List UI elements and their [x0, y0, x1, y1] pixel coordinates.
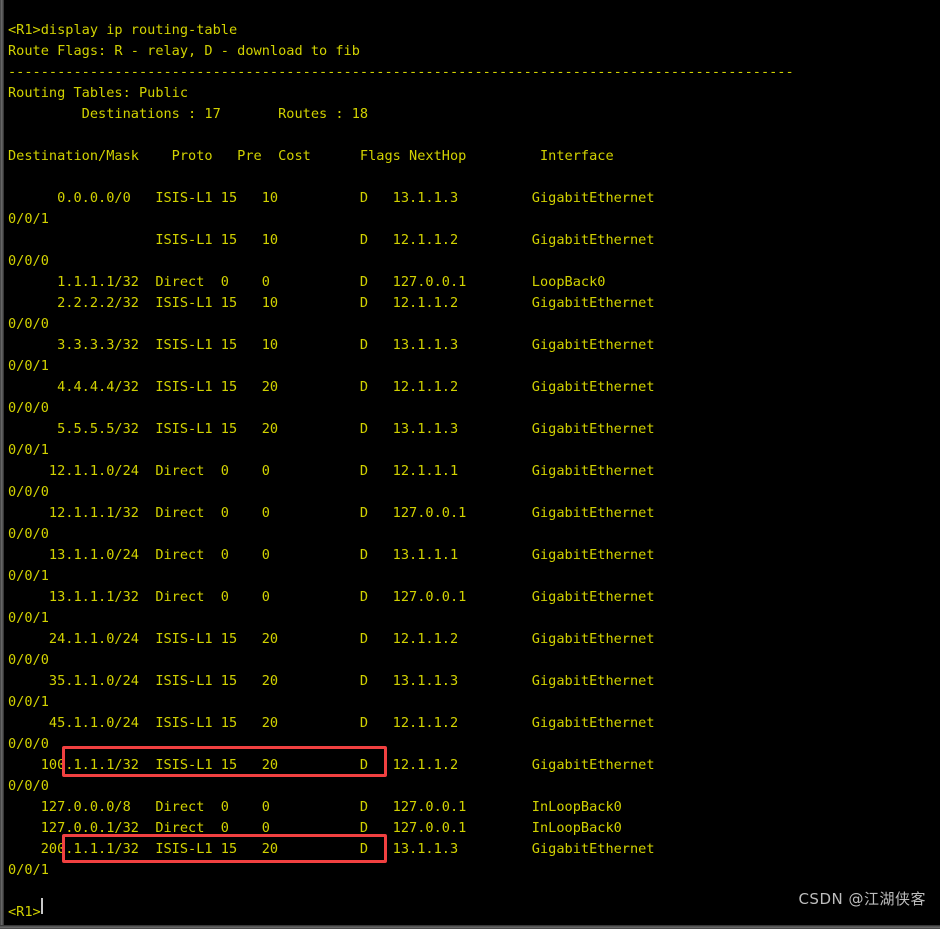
- terminal-line: 12.1.1.0/24 Direct 0 0 D 12.1.1.1 Gigabi…: [8, 463, 655, 479]
- terminal-line: 100.1.1.1/32 ISIS-L1 15 20 D 12.1.1.2 Gi…: [8, 757, 655, 773]
- terminal-line: <R1>display ip routing-table: [8, 22, 238, 38]
- terminal-line: 45.1.1.0/24 ISIS-L1 15 20 D 12.1.1.2 Gig…: [8, 715, 655, 731]
- terminal-line: 24.1.1.0/24 ISIS-L1 15 20 D 12.1.1.2 Gig…: [8, 631, 655, 647]
- terminal-line: 0/0/1: [8, 568, 49, 584]
- terminal-line: 0/0/0: [8, 253, 49, 269]
- terminal-console-output[interactable]: <R1>display ip routing-table Route Flags:…: [8, 20, 936, 923]
- terminal-line: 13.1.1.0/24 Direct 0 0 D 13.1.1.1 Gigabi…: [8, 547, 655, 563]
- window-edge-left: [0, 0, 4, 929]
- terminal-line: 5.5.5.5/32 ISIS-L1 15 20 D 13.1.1.3 Giga…: [8, 421, 655, 437]
- terminal-line: 3.3.3.3/32 ISIS-L1 15 10 D 13.1.1.3 Giga…: [8, 337, 655, 353]
- terminal-line: 0/0/1: [8, 211, 49, 227]
- terminal-line: 0/0/1: [8, 442, 49, 458]
- terminal-line: 0/0/1: [8, 358, 49, 374]
- window-edge-bottom: [0, 925, 940, 929]
- terminal-window: <R1>display ip routing-table Route Flags:…: [0, 0, 940, 929]
- terminal-line: 12.1.1.1/32 Direct 0 0 D 127.0.0.1 Gigab…: [8, 505, 655, 521]
- terminal-line: 0/0/0: [8, 652, 49, 668]
- terminal-line: 0/0/1: [8, 610, 49, 626]
- terminal-line: <R1>: [8, 904, 41, 920]
- terminal-line: 0/0/1: [8, 862, 49, 878]
- terminal-cursor: [41, 898, 43, 914]
- terminal-line: 0/0/0: [8, 316, 49, 332]
- terminal-line: ----------------------------------------…: [8, 64, 794, 80]
- terminal-line: 127.0.0.1/32 Direct 0 0 D 127.0.0.1 InLo…: [8, 820, 622, 836]
- terminal-line: ISIS-L1 15 10 D 12.1.1.2 GigabitEthernet: [8, 232, 655, 248]
- csdn-watermark: CSDN @江湖侠客: [798, 890, 926, 908]
- terminal-line: 200.1.1.1/32 ISIS-L1 15 20 D 13.1.1.3 Gi…: [8, 841, 655, 857]
- terminal-line: Routing Tables: Public: [8, 85, 189, 101]
- terminal-line: Route Flags: R - relay, D - download to …: [8, 43, 360, 59]
- terminal-line: 0/0/1: [8, 694, 49, 710]
- terminal-line: 0.0.0.0/0 ISIS-L1 15 10 D 13.1.1.3 Gigab…: [8, 190, 655, 206]
- terminal-line: 127.0.0.0/8 Direct 0 0 D 127.0.0.1 InLoo…: [8, 799, 622, 815]
- terminal-line: Destination/Mask Proto Pre Cost Flags Ne…: [8, 148, 614, 164]
- terminal-line: 4.4.4.4/32 ISIS-L1 15 20 D 12.1.1.2 Giga…: [8, 379, 655, 395]
- terminal-line: 0/0/0: [8, 526, 49, 542]
- terminal-line: 0/0/0: [8, 484, 49, 500]
- terminal-line: 0/0/0: [8, 736, 49, 752]
- terminal-line: 35.1.1.0/24 ISIS-L1 15 20 D 13.1.1.3 Gig…: [8, 673, 655, 689]
- terminal-line: Destinations : 17 Routes : 18: [8, 106, 369, 122]
- terminal-line: 0/0/0: [8, 778, 49, 794]
- terminal-line: 0/0/0: [8, 400, 49, 416]
- terminal-line: 2.2.2.2/32 ISIS-L1 15 10 D 12.1.1.2 Giga…: [8, 295, 655, 311]
- terminal-line: 1.1.1.1/32 Direct 0 0 D 127.0.0.1 LoopBa…: [8, 274, 606, 290]
- terminal-line: 13.1.1.1/32 Direct 0 0 D 127.0.0.1 Gigab…: [8, 589, 655, 605]
